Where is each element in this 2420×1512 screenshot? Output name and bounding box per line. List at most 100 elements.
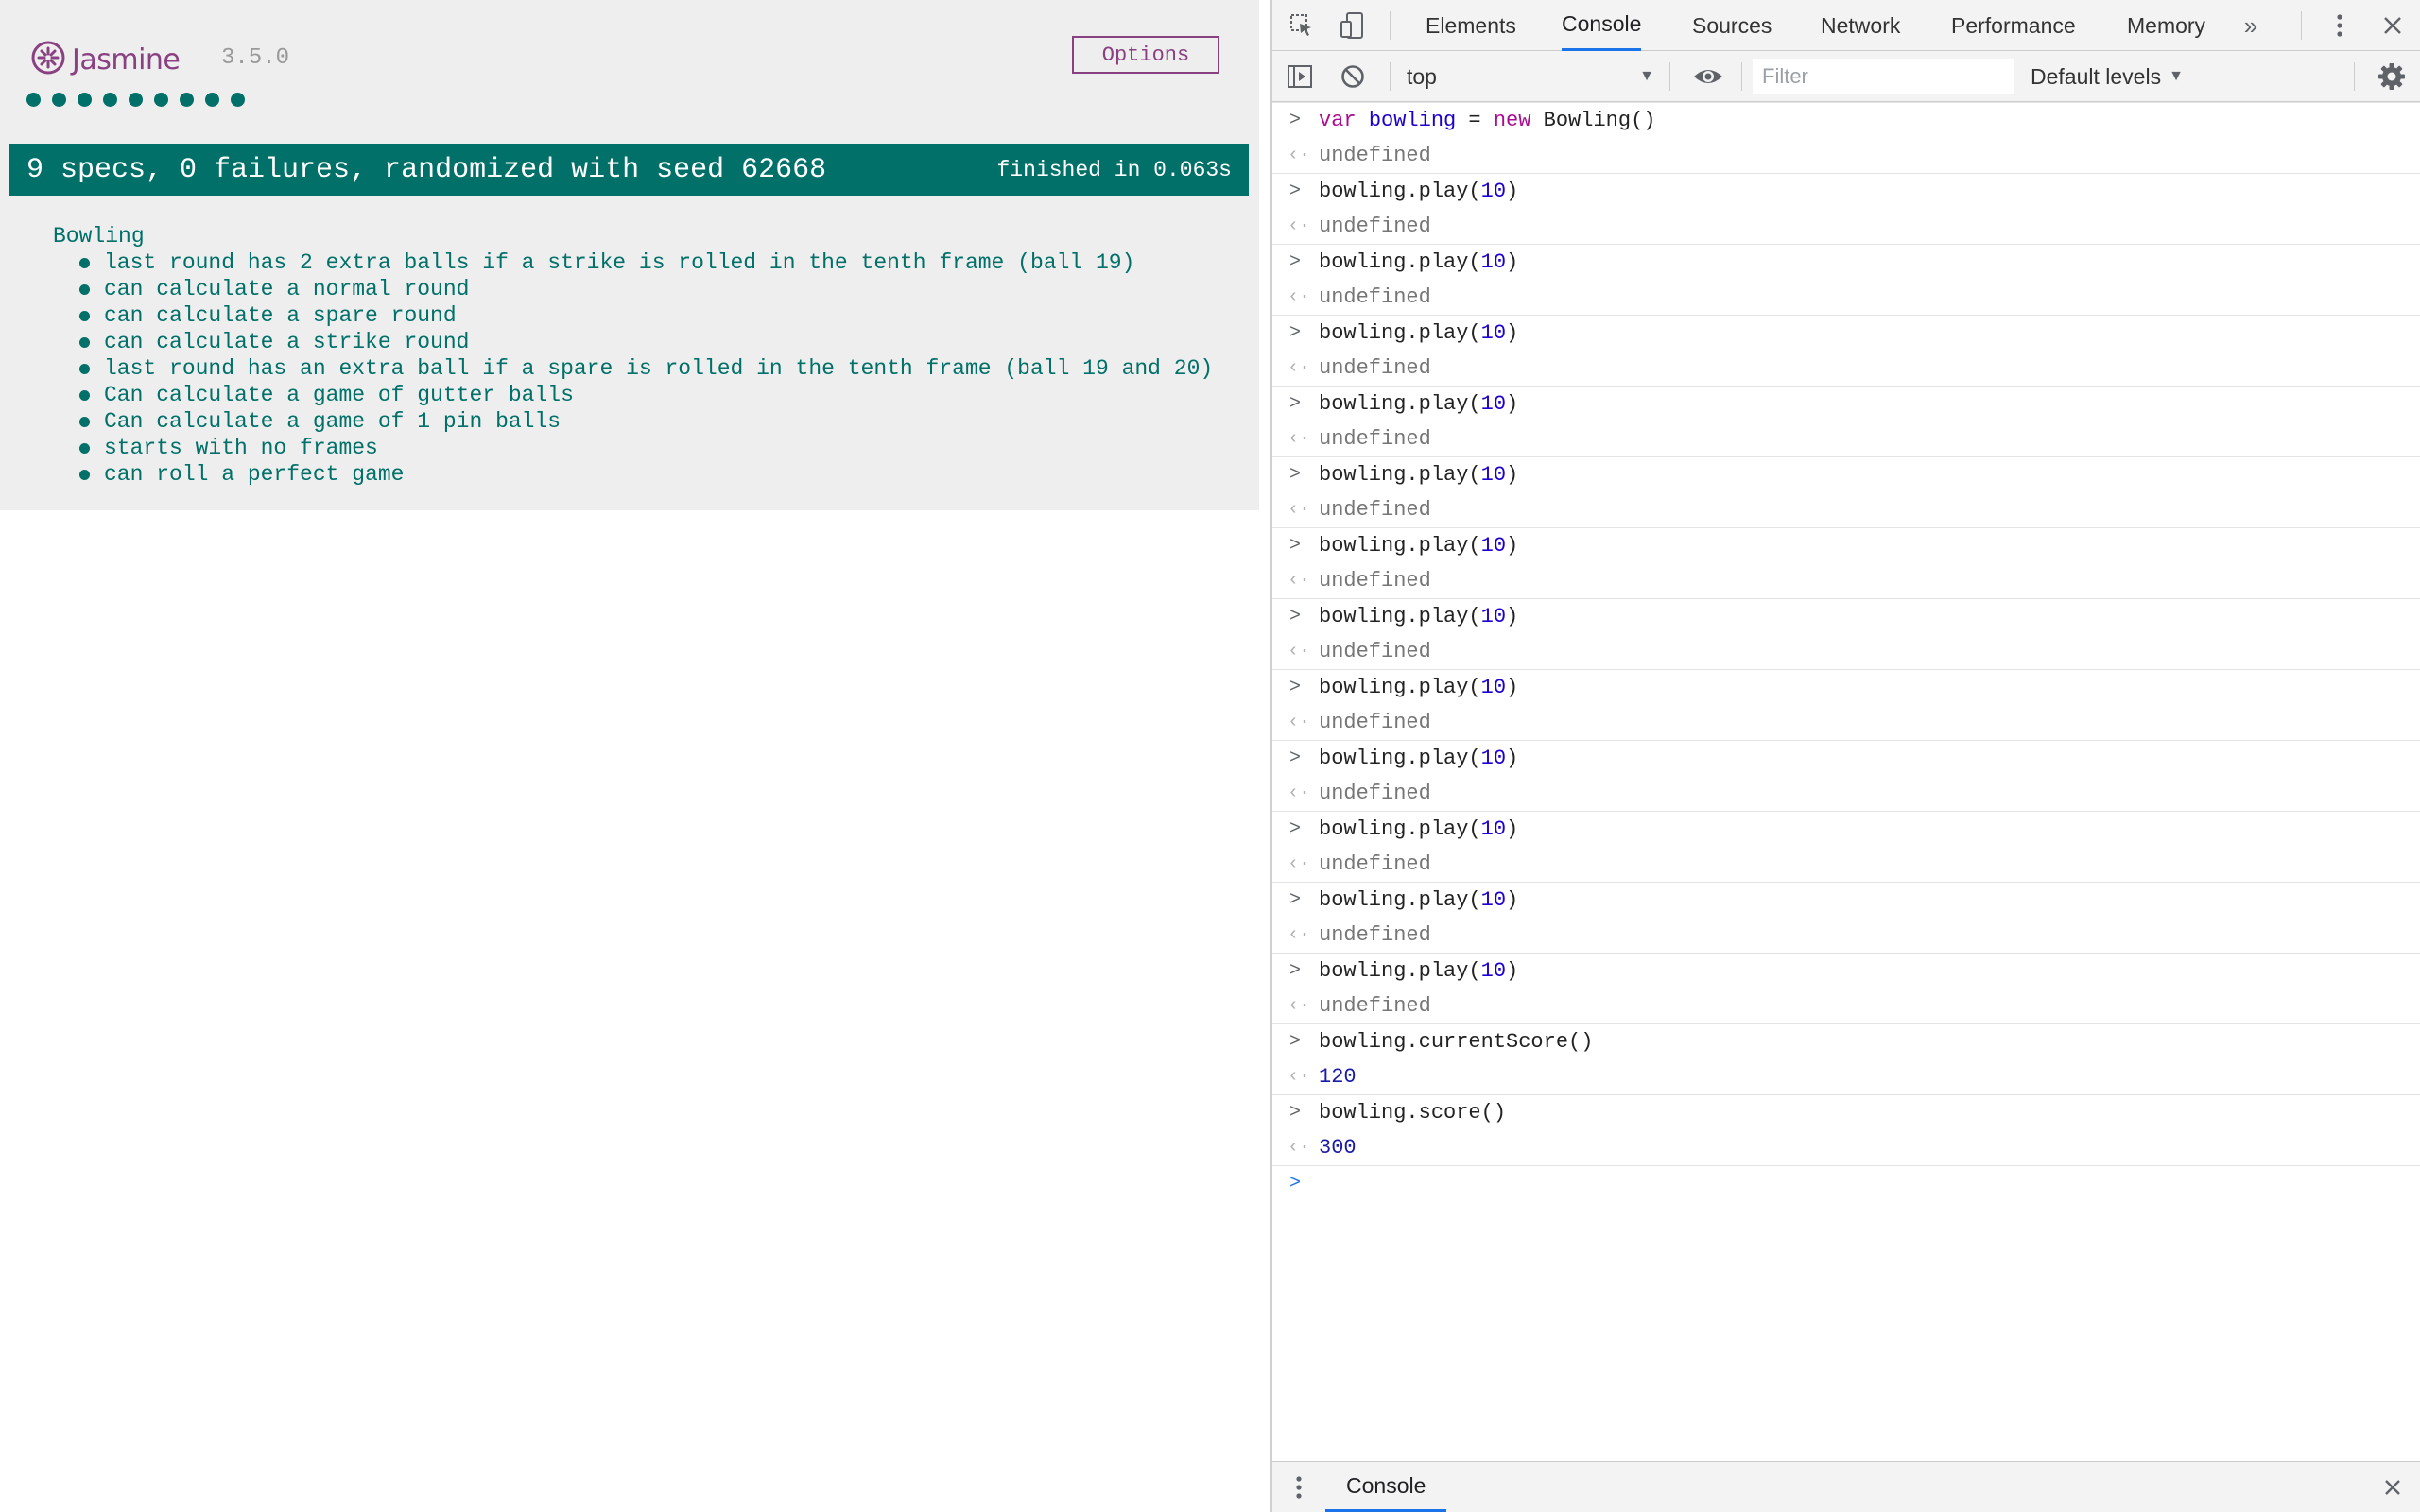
log-levels-label: Default levels — [2031, 63, 2162, 89]
tab-performance[interactable]: Performance — [1951, 0, 2076, 51]
jasmine-banner-area: Jasmine 3.5.0 Options 9 specs, 0 failure… — [0, 0, 1259, 510]
console-filter-input[interactable] — [1753, 59, 2014, 94]
console-output-row: ‹· undefined — [1272, 351, 2420, 386]
chevron-right-icon: > — [1289, 818, 1302, 840]
console-input-row[interactable]: > bowling.play(10) — [1272, 669, 2420, 705]
console-toolbar: top ▼ Default levels ▼ — [1272, 51, 2420, 102]
show-sidebar-icon[interactable] — [1286, 62, 1314, 91]
spec-passed-dot — [180, 93, 194, 107]
return-arrow-icon: ‹· — [1288, 1137, 1311, 1159]
chevron-right-icon: > — [1289, 322, 1302, 344]
log-levels-dropdown[interactable]: Default levels ▼ — [2031, 60, 2184, 93]
spec-item[interactable]: last round has 2 extra balls if a strike… — [79, 249, 1213, 276]
prompt-chevron-icon: > — [1289, 1173, 1302, 1194]
return-arrow-icon: ‹· — [1288, 357, 1311, 379]
console-output-row: ‹· undefined — [1272, 988, 2420, 1023]
toolbar-separator — [1669, 62, 1670, 91]
devtools-drawer: Console — [1272, 1461, 2420, 1512]
chevron-right-icon: > — [1289, 180, 1302, 202]
spec-item[interactable]: Can calculate a game of 1 pin balls — [79, 408, 1213, 435]
console-input-row[interactable]: > bowling.play(10) — [1272, 740, 2420, 776]
spec-item[interactable]: can roll a perfect game — [79, 461, 1213, 488]
console-output-row: ‹· 120 — [1272, 1059, 2420, 1094]
console-input-row[interactable]: > bowling.play(10) — [1272, 244, 2420, 280]
inspect-element-icon[interactable] — [1288, 11, 1316, 40]
spec-item[interactable]: starts with no frames — [79, 435, 1213, 461]
chevron-right-icon: > — [1289, 1031, 1302, 1053]
spec-passed-dot — [52, 93, 66, 107]
more-tabs-icon[interactable]: » — [2237, 11, 2265, 40]
spec-item[interactable]: Can calculate a game of gutter balls — [79, 382, 1213, 408]
suite-name-link[interactable]: Bowling — [53, 223, 1213, 249]
tab-bar-separator — [2301, 11, 2302, 40]
spec-item[interactable]: can calculate a strike round — [79, 329, 1213, 355]
console-input-row[interactable]: > bowling.score() — [1272, 1094, 2420, 1130]
console-input-row[interactable]: > bowling.play(10) — [1272, 527, 2420, 563]
drawer-tab-console[interactable]: Console — [1325, 1462, 1447, 1512]
spec-passed-dot — [231, 93, 245, 107]
tab-network[interactable]: Network — [1821, 0, 1900, 51]
spec-result-dots — [26, 93, 256, 107]
chevron-right-icon: > — [1289, 606, 1302, 627]
console-output-text: undefined — [1319, 782, 1431, 805]
console-input-row[interactable]: > bowling.play(10) — [1272, 386, 2420, 421]
spec-item[interactable]: last round has an extra ball if a spare … — [79, 355, 1213, 382]
return-arrow-icon: ‹· — [1288, 428, 1311, 450]
console-output-text: undefined — [1319, 356, 1431, 380]
console-input-row[interactable]: > bowling.play(10) — [1272, 456, 2420, 492]
live-expression-eye-icon[interactable] — [1688, 62, 1728, 91]
tab-sources[interactable]: Sources — [1692, 0, 1772, 51]
close-drawer-icon[interactable] — [2378, 1473, 2407, 1502]
options-button[interactable]: Options — [1072, 36, 1219, 74]
console-output-row: ‹· undefined — [1272, 705, 2420, 740]
spec-item[interactable]: can calculate a spare round — [79, 302, 1213, 329]
drawer-menu-icon[interactable] — [1288, 1473, 1310, 1502]
tab-memory[interactable]: Memory — [2127, 0, 2205, 51]
chevron-right-icon: > — [1289, 677, 1302, 698]
console-output-row: ‹· undefined — [1272, 776, 2420, 811]
device-toolbar-icon[interactable] — [1337, 9, 1369, 42]
console-output-text: undefined — [1319, 852, 1431, 876]
toolbar-separator — [1390, 62, 1391, 91]
chevron-right-icon: > — [1289, 1102, 1302, 1124]
dropdown-triangle-icon: ▼ — [1639, 68, 1654, 84]
chevron-right-icon: > — [1289, 464, 1302, 486]
tab-elements[interactable]: Elements — [1426, 0, 1516, 51]
chevron-right-icon: > — [1289, 110, 1302, 131]
console-prompt[interactable]: > — [1272, 1165, 2420, 1201]
console-output-text: undefined — [1319, 994, 1431, 1018]
console-input-row[interactable]: > bowling.play(10) — [1272, 953, 2420, 988]
return-arrow-icon: ‹· — [1288, 782, 1311, 804]
console-output-row: ‹· undefined — [1272, 138, 2420, 173]
console-input-text: bowling.play(10) — [1319, 888, 1519, 912]
console-output-text: undefined — [1319, 923, 1431, 947]
console-input-text: bowling.play(10) — [1319, 747, 1519, 770]
console-input-row[interactable]: > bowling.play(10) — [1272, 173, 2420, 209]
spec-passed-dot — [26, 93, 41, 107]
console-input-text: bowling.currentScore() — [1319, 1030, 1594, 1054]
spec-item[interactable]: can calculate a normal round — [79, 276, 1213, 302]
return-arrow-icon: ‹· — [1288, 286, 1311, 308]
console-input-row[interactable]: > var bowling = new Bowling() — [1272, 102, 2420, 138]
console-input-row[interactable]: > bowling.play(10) — [1272, 315, 2420, 351]
jasmine-version: 3.5.0 — [221, 45, 290, 71]
clear-console-icon[interactable] — [1339, 62, 1367, 91]
console-output-text: undefined — [1319, 640, 1431, 663]
return-arrow-icon: ‹· — [1288, 641, 1311, 662]
console-input-row[interactable]: > bowling.play(10) — [1272, 882, 2420, 918]
console-settings-gear-icon[interactable] — [2377, 61, 2407, 92]
return-arrow-icon: ‹· — [1288, 215, 1311, 237]
jasmine-logo[interactable]: Jasmine — [30, 40, 181, 79]
kebab-menu-icon[interactable] — [2325, 11, 2354, 40]
context-selector[interactable]: top ▼ — [1407, 60, 1654, 93]
console-output[interactable]: > var bowling = new Bowling() ‹· undefined >… — [1272, 102, 2420, 1201]
spec-passed-dot — [103, 93, 117, 107]
jasmine-page: Jasmine 3.5.0 Options 9 specs, 0 failure… — [0, 0, 1259, 1512]
return-arrow-icon: ‹· — [1288, 853, 1311, 875]
console-input-row[interactable]: > bowling.currentScore() — [1272, 1023, 2420, 1059]
console-input-row[interactable]: > bowling.play(10) — [1272, 811, 2420, 847]
return-arrow-icon: ‹· — [1288, 995, 1311, 1017]
tab-console[interactable]: Console — [1562, 0, 1642, 51]
console-input-row[interactable]: > bowling.play(10) — [1272, 598, 2420, 634]
close-devtools-icon[interactable] — [2378, 11, 2407, 40]
